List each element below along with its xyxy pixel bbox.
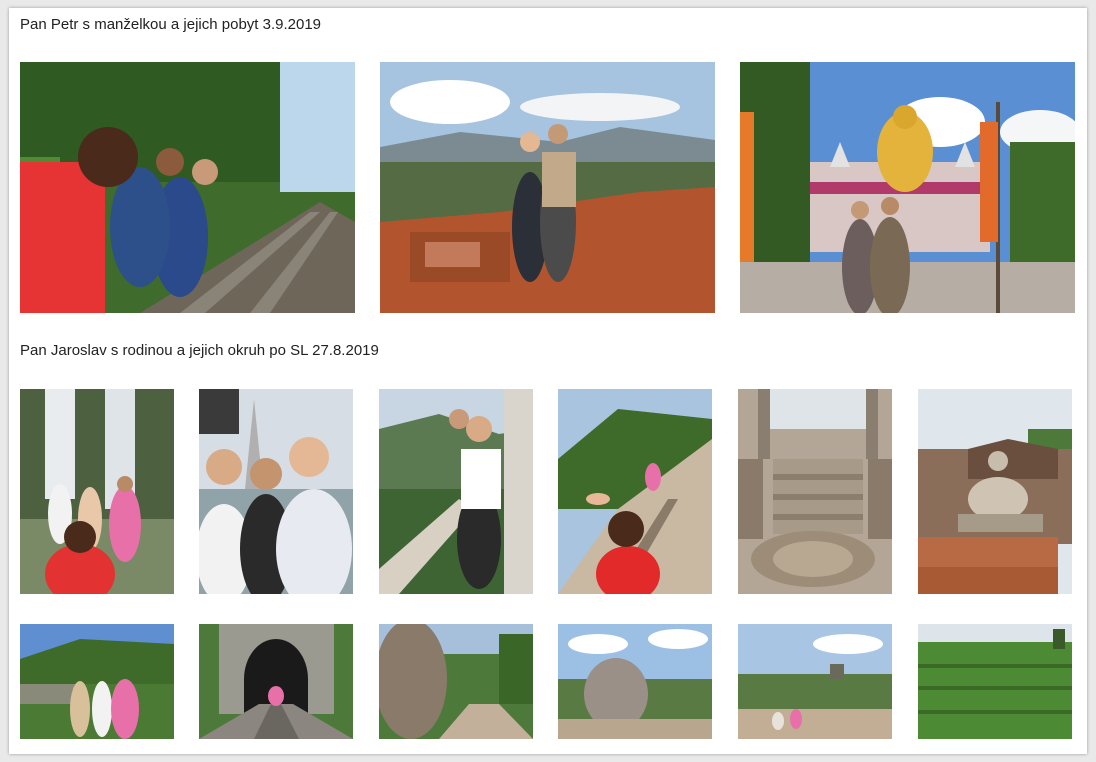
section-title-petr: Pan Petr s manželkou a jejich pobyt 3.9.… [20,16,322,33]
tea-plantation-photo[interactable] [918,624,1072,739]
gallery-panel: Pan Petr s manželkou a jejich pobyt 3.9.… [9,8,1087,754]
boulder-path-photo[interactable] [379,624,533,739]
moonstone-stairs-photo[interactable] [738,389,892,594]
selfie-railway-photo[interactable] [20,62,355,313]
sigiriya-view-photo[interactable] [380,62,715,313]
mountain-railing-photo[interactable] [379,389,533,594]
nine-arch-bridge-photo[interactable] [558,389,712,594]
section-title-jaroslav: Pan Jaroslav s rodinou a jejich okruh po… [20,342,379,359]
buddha-statue-photo[interactable] [918,389,1072,594]
balanced-rock-photo[interactable] [558,624,712,739]
rock-summit-view-photo[interactable] [738,624,892,739]
golden-buddha-temple-photo[interactable] [740,62,1075,313]
waterfall-group-photo[interactable] [20,389,174,594]
group-selfie-temple-photo[interactable] [199,389,353,594]
railway-tunnel-photo[interactable] [199,624,353,739]
bridge-group-photo[interactable] [20,624,174,739]
